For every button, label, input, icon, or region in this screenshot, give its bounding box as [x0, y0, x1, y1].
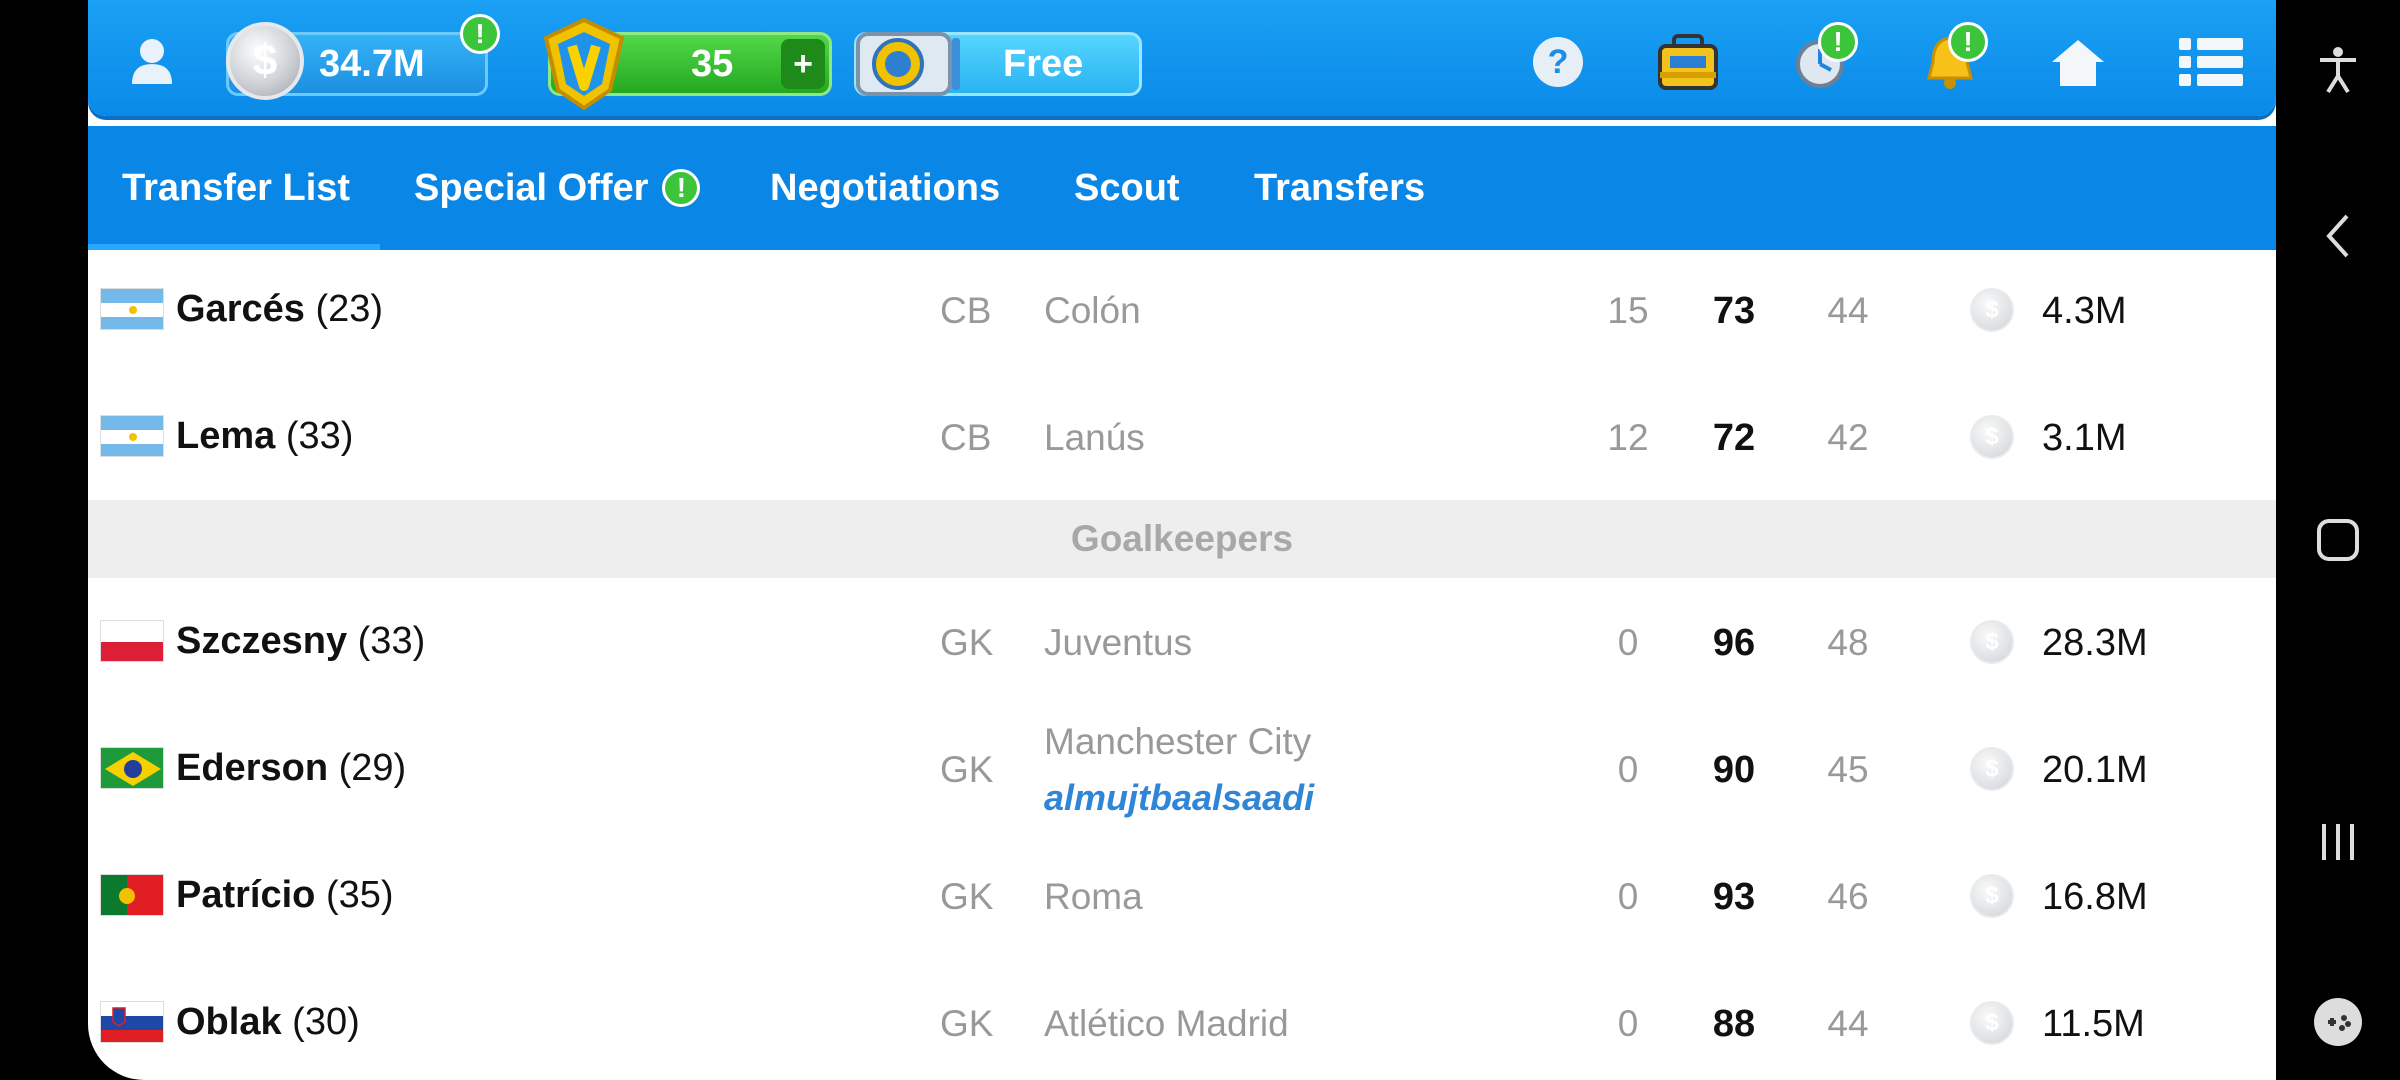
player-rating: 72 — [1712, 417, 1756, 459]
player-name: Ederson (29) — [176, 747, 407, 789]
token-shield-icon — [536, 16, 632, 112]
club-manager-link[interactable]: almujtbaalsaadi — [1044, 777, 1314, 819]
player-club: Colón — [1044, 290, 1141, 331]
money-coin-icon: $ — [226, 22, 304, 100]
player-row[interactable]: Lema (33) CB Lanús 12 72 42 $ 3.1M — [88, 375, 2276, 502]
player-position: CB — [940, 290, 992, 331]
game-tools-icon[interactable] — [2306, 990, 2370, 1054]
player-stat-1: 0 — [1617, 1003, 1639, 1044]
transfer-tabs: Transfer List Special Offer ! Negotiatio… — [88, 126, 2276, 250]
price-coin-icon: $ — [1970, 747, 2014, 791]
player-price: 11.5M — [2042, 1003, 2145, 1045]
player-stat-1: 15 — [1607, 290, 1649, 331]
money-alert-badge: ! — [460, 14, 500, 54]
price-coin-icon: $ — [1970, 874, 2014, 918]
player-price: 20.1M — [2042, 749, 2148, 791]
player-stat-3: 44 — [1827, 1003, 1869, 1044]
player-stat-3: 42 — [1827, 417, 1869, 458]
player-price: 3.1M — [2042, 417, 2127, 459]
tab-negotiations-label: Negotiations — [770, 166, 1001, 209]
special-offer-alert-badge: ! — [662, 169, 701, 207]
player-position: GK — [940, 622, 994, 663]
player-club: Lanús — [1044, 417, 1145, 458]
tab-transfers-label: Transfers — [1254, 166, 1426, 209]
home-nav-icon[interactable] — [2306, 508, 2370, 572]
argentina-flag-icon — [100, 288, 164, 330]
back-icon[interactable] — [2306, 204, 2370, 268]
boost-ticket-icon — [854, 28, 964, 100]
player-row[interactable]: Szczesny (33) GK Juventus 0 96 48 $ 28.3… — [88, 580, 2276, 707]
player-stat-1: 0 — [1617, 749, 1639, 790]
player-row[interactable]: Oblak (30) GK Atlético Madrid 0 88 44 $ … — [88, 961, 2276, 1080]
player-name: Szczesny (33) — [176, 620, 426, 662]
player-position: GK — [940, 876, 994, 917]
player-name: Garcés (23) — [176, 288, 384, 330]
tokens-value: 35 — [691, 42, 734, 85]
player-stat-3: 46 — [1827, 876, 1869, 917]
portugal-flag-icon — [100, 874, 164, 916]
tab-special-offer[interactable]: Special Offer ! — [414, 126, 701, 250]
player-stat-3: 45 — [1827, 749, 1869, 790]
poland-flag-icon — [100, 620, 164, 662]
price-coin-icon: $ — [1970, 1001, 2014, 1045]
player-stat-1: 0 — [1617, 622, 1639, 663]
tab-scout-label: Scout — [1074, 166, 1180, 209]
home-icon[interactable] — [2046, 30, 2110, 94]
recent-apps-icon[interactable] — [2306, 810, 2370, 874]
brazil-flag-icon — [100, 747, 164, 789]
player-position: GK — [940, 749, 994, 790]
player-name: Lema (33) — [176, 415, 354, 457]
player-stat-3: 48 — [1827, 622, 1869, 663]
player-stat-1: 12 — [1607, 417, 1649, 458]
player-position: CB — [940, 417, 992, 458]
menu-icon[interactable] — [2176, 30, 2246, 94]
notifications-alert-badge: ! — [1948, 22, 1988, 62]
timer-alert-badge: ! — [1818, 22, 1858, 62]
player-row[interactable]: Garcés (23) CB Colón 15 73 44 $ 4.3M — [88, 248, 2276, 375]
player-price: 4.3M — [2042, 290, 2127, 332]
top-bar: 34.7M $ ! 35 + Free ? ! ! — [88, 0, 2276, 116]
player-stat-1: 0 — [1617, 876, 1639, 917]
player-rating: 88 — [1712, 1003, 1756, 1045]
tab-transfer-list[interactable]: Transfer List — [122, 126, 350, 250]
player-position: GK — [940, 1003, 994, 1044]
player-rating: 93 — [1712, 876, 1756, 918]
player-club: Juventus — [1044, 622, 1193, 663]
player-rating: 90 — [1712, 749, 1756, 791]
section-header-goalkeepers: Goalkeepers — [88, 500, 2276, 578]
player-rating: 96 — [1712, 622, 1756, 664]
money-value: 34.7M — [319, 42, 425, 85]
player-club: Atlético Madrid — [1044, 1003, 1289, 1044]
tab-scout[interactable]: Scout — [1074, 126, 1180, 250]
tab-negotiations[interactable]: Negotiations — [770, 126, 1000, 250]
accessibility-icon[interactable] — [2306, 38, 2370, 102]
manager-avatar-icon[interactable] — [126, 34, 178, 86]
player-name: Patrício (35) — [176, 874, 394, 916]
slovenia-flag-icon — [100, 1001, 164, 1043]
player-club: Roma — [1044, 876, 1143, 917]
osm-shop-icon[interactable] — [1656, 30, 1720, 94]
player-club: Manchester City — [1044, 721, 1312, 762]
boost-value: Free — [1003, 42, 1084, 85]
argentina-flag-icon — [100, 415, 164, 457]
tab-transfer-list-label: Transfer List — [122, 166, 351, 209]
price-coin-icon: $ — [1970, 620, 2014, 664]
tokens-add-button[interactable]: + — [781, 39, 825, 89]
help-icon[interactable]: ? — [1526, 30, 1590, 94]
svg-text:?: ? — [1548, 43, 1569, 81]
tab-transfers[interactable]: Transfers — [1254, 126, 1425, 250]
game-screen: 34.7M $ ! 35 + Free ? ! ! Transfer List … — [88, 0, 2276, 1080]
price-coin-icon: $ — [1970, 415, 2014, 459]
player-name: Oblak (30) — [176, 1001, 360, 1043]
tab-special-offer-label: Special Offer — [414, 166, 649, 209]
player-price: 28.3M — [2042, 622, 2148, 664]
player-row[interactable]: Ederson (29) GK Manchester City almujtba… — [88, 707, 2276, 834]
player-rating: 73 — [1712, 290, 1756, 332]
player-row[interactable]: Patrício (35) GK Roma 0 93 46 $ 16.8M — [88, 834, 2276, 961]
player-stat-3: 44 — [1827, 290, 1869, 331]
price-coin-icon: $ — [1970, 288, 2014, 332]
player-price: 16.8M — [2042, 876, 2148, 918]
